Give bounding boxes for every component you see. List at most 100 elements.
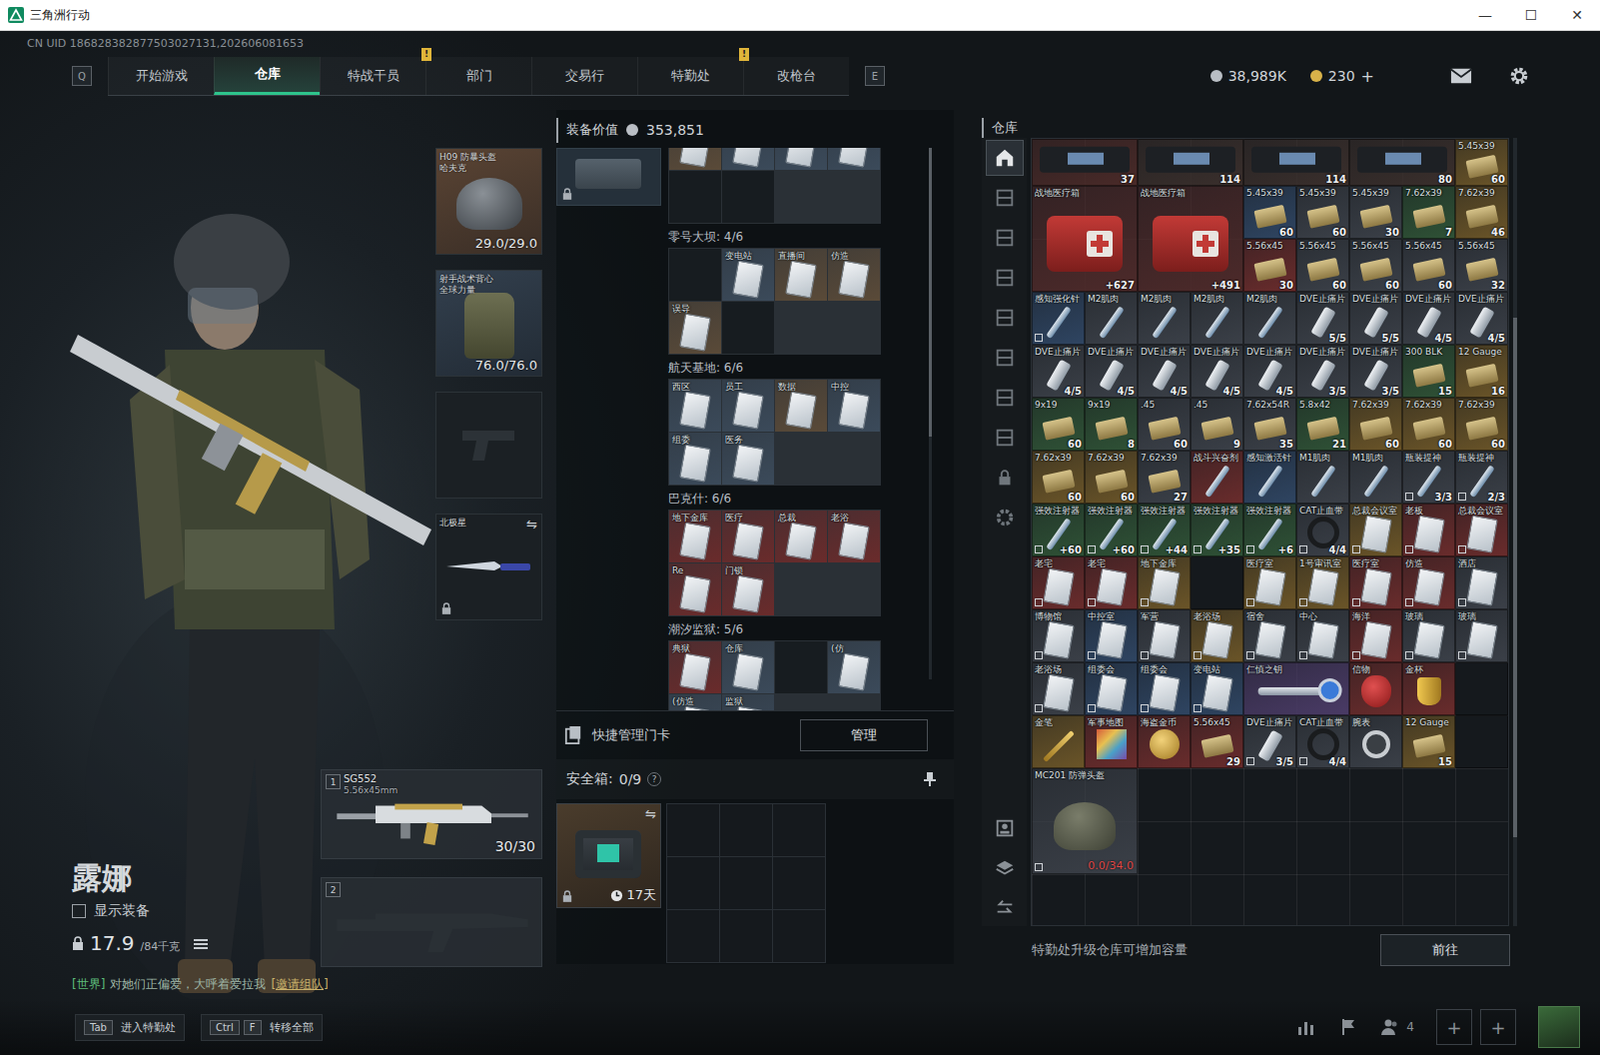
inventory-item[interactable]: DVE止痛片5/5 [1296,291,1350,345]
inventory-item[interactable]: 变电站 [1190,662,1244,716]
keycard-slot[interactable]: 误导 [669,301,722,354]
inventory-item[interactable]: M2肌肉 [1243,291,1297,345]
party-slot[interactable]: + [1480,1008,1517,1045]
keycard-slot[interactable]: 典狱 [669,641,722,694]
flag-icon[interactable] [1338,1016,1359,1037]
manage-button[interactable]: 管理 [800,719,928,752]
inventory-item[interactable]: 80 [1349,138,1456,186]
inventory-item[interactable]: 强效注射器+35 [1190,503,1244,557]
warehouse-tab[interactable] [985,299,1024,336]
inventory-item[interactable]: 7.62x54R35 [1243,397,1297,451]
inventory-item[interactable]: 37 [1031,138,1138,186]
keycard-slot[interactable]: 仓库 [722,641,775,694]
warehouse-tool[interactable] [985,849,1024,886]
keycard-slot[interactable]: (仿造 [669,694,722,711]
nav-tab[interactable]: 特勤处! [637,56,744,95]
mail-icon[interactable] [1450,65,1473,86]
warehouse-tab[interactable] [985,339,1024,376]
inventory-item[interactable]: 强效注射器+44 [1137,503,1191,557]
inventory-item[interactable]: 信物 [1349,662,1403,716]
inventory-item[interactable]: M2肌肉 [1137,291,1191,345]
scrollbar[interactable] [928,147,932,680]
key-hint[interactable]: Tab进入特勤处 [74,1013,185,1041]
keycard-slot[interactable]: 西区 [669,379,722,432]
inventory-item[interactable] [1190,556,1244,610]
inventory-item[interactable]: 组委会 [1084,662,1138,716]
inventory-item[interactable]: .459 [1190,397,1244,451]
keycard-slot[interactable]: 变电站 [722,248,775,301]
keycard-slot[interactable]: 仿造 [827,248,880,301]
safe-cell[interactable] [667,856,720,909]
inventory-item[interactable]: 总裁会议室 [1349,503,1403,557]
inventory-item[interactable]: CAT止血带4/4 [1296,715,1350,769]
keycard-slot[interactable]: 数据 [775,379,827,432]
keycard-slot[interactable]: 直播间 [775,248,827,301]
keycard-slot[interactable]: 医务 [722,432,775,485]
go-button[interactable]: 前往 [1380,933,1511,966]
nav-tab[interactable]: 特战干员! [319,56,426,95]
inventory-item[interactable]: 老浴场 [1031,662,1085,716]
keycard-slot[interactable]: 员工 [722,379,775,432]
inventory-item[interactable]: 5.45x3960 [1296,185,1350,239]
safe-cell[interactable] [667,803,720,856]
keycard-slot[interactable] [775,641,827,694]
inventory-item[interactable]: 5.56x4560 [1296,238,1350,292]
warehouse-tab[interactable] [985,259,1024,296]
window-control[interactable]: ✕ [1554,0,1600,30]
add-currency-button[interactable]: + [1361,66,1375,86]
friends-button[interactable]: 4 [1380,1016,1415,1037]
inventory-item[interactable]: 7.62x3960 [1402,397,1456,451]
inventory-item[interactable]: DVE止痛片4/5 [1455,291,1509,345]
nav-tab[interactable]: 改枪台 [743,56,849,95]
inventory-item[interactable]: DVE止痛片4/5 [1402,291,1456,345]
window-control[interactable]: — [1462,0,1509,30]
keycard-slot[interactable] [669,147,722,170]
inventory-item[interactable]: 300 BLK15 [1402,344,1456,398]
inventory-item[interactable]: 114 [1137,138,1244,186]
nav-tab[interactable]: 交易行 [531,56,638,95]
keycard-slot[interactable]: 门锁 [722,563,775,616]
inventory-item[interactable]: 7.62x3960 [1455,397,1509,451]
checkbox-box[interactable] [71,903,86,918]
inventory-item[interactable]: M2肌肉 [1084,291,1138,345]
inventory-item[interactable]: 玻璃 [1402,609,1456,663]
inventory-item[interactable]: 7.62x397 [1402,185,1456,239]
inventory-item[interactable]: M2肌肉 [1190,291,1244,345]
inventory-item[interactable]: 医疗室 [1243,556,1297,610]
inventory-item[interactable]: 5.45x3930 [1349,185,1403,239]
keycard-slot[interactable]: 老浴 [827,510,880,563]
keycard-slot[interactable]: 地下金库 [669,510,722,563]
inventory-item[interactable]: 军事地图 [1084,715,1138,769]
warehouse-tab[interactable] [985,219,1024,256]
inventory-item[interactable]: 9x1960 [1031,397,1085,451]
inventory-item[interactable]: M1肌肉 [1349,450,1403,504]
inventory-item[interactable]: 感知强化针 [1031,291,1085,345]
safe-cell[interactable] [667,909,720,962]
safe-case-slot[interactable]: ⇋ 17天 [556,802,662,908]
safe-cell[interactable] [773,856,825,909]
inventory-item[interactable]: 宿舍 [1243,609,1297,663]
inventory-item[interactable]: DVE止痛片5/5 [1349,291,1403,345]
inventory-item[interactable]: 总裁会议室 [1455,503,1509,557]
list-icon[interactable] [193,937,208,950]
settings-gear-icon[interactable] [1508,65,1531,86]
warehouse-tab[interactable] [985,459,1024,496]
inventory-item[interactable]: 12 Gauge16 [1455,344,1509,398]
safe-cell[interactable] [720,856,773,909]
inventory-item[interactable]: 玻璃 [1455,609,1509,663]
keycard-slot[interactable]: 医疗 [722,510,775,563]
weapon-slot[interactable]: 2 [320,876,543,967]
inventory-item[interactable]: 金杯 [1402,662,1456,716]
inventory-item[interactable]: 战斗兴奋剂 [1190,450,1244,504]
armor-slot[interactable]: 射手战术背心全球力量76.0/76.0 [435,269,543,377]
inventory-item[interactable]: 战地医疗箱+491 [1137,185,1244,292]
inventory-item[interactable]: 9x198 [1084,397,1138,451]
inventory-item[interactable]: 地下金库 [1137,556,1191,610]
window-control[interactable]: ☐ [1508,0,1555,30]
inventory-item[interactable]: 老宅 [1084,556,1138,610]
swap-button[interactable]: ⇋ [645,805,657,821]
weapon-slot[interactable]: 1SG5525.56x45mm30/30 [320,769,543,859]
keycard-slot[interactable] [722,147,775,170]
keycard-slot[interactable]: 监狱 [722,694,775,711]
inventory-item[interactable]: 中心 [1296,609,1350,663]
